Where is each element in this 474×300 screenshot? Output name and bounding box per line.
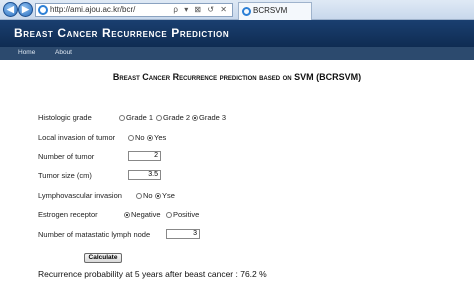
grade-1-radio[interactable] <box>119 115 125 121</box>
grade-2-radio[interactable] <box>156 115 162 121</box>
lymphovascular-yse-radio[interactable] <box>155 193 161 199</box>
back-button[interactable]: ◀ <box>3 2 18 17</box>
estrogen-positive-text: Positive <box>173 210 200 219</box>
address-bar[interactable]: http://ami.ajou.ac.kr/bcr/ ρ ▾ ⊠ ↺ ✕ <box>35 3 233 17</box>
browser-toolbar: ◀ ▶ http://ami.ajou.ac.kr/bcr/ ρ ▾ ⊠ ↺ ✕… <box>0 0 474 20</box>
estrogen-negative-radio[interactable] <box>124 212 130 218</box>
local-invasion-yes-radio[interactable] <box>147 135 153 141</box>
calculate-button[interactable]: Calculate <box>84 253 122 263</box>
grade-1-text: Grade 1 <box>126 113 154 122</box>
app-title: Breast Cancer Recurrence Prediction <box>14 26 230 40</box>
number-of-tumor-input[interactable]: 2 <box>128 151 161 161</box>
forward-button[interactable]: ▶ <box>18 2 33 17</box>
grade-2-text: Grade 2 <box>163 113 191 122</box>
estrogen-negative-text: Negative <box>131 210 161 219</box>
menu-item-about[interactable]: About <box>55 49 72 56</box>
local-invasion-yes-option[interactable]: Yes <box>147 133 166 142</box>
tab-title: BCRSVM <box>253 6 288 15</box>
grade-1-option[interactable]: Grade 1 <box>119 113 153 122</box>
estrogen-receptor-label: Estrogen receptor <box>38 210 98 219</box>
lymph-node-label: Number of matastatic lymph node <box>38 230 151 239</box>
lymphovascular-yse-option[interactable]: Yse <box>155 191 175 200</box>
app-header: Breast Cancer Recurrence Prediction <box>0 20 474 47</box>
menu-bar: Home About <box>0 47 474 60</box>
local-invasion-no-option[interactable]: No <box>128 133 145 142</box>
local-invasion-yes-text: Yes <box>154 133 167 142</box>
estrogen-positive-radio[interactable] <box>166 212 172 218</box>
estrogen-positive-option[interactable]: Positive <box>166 210 199 219</box>
tumor-size-input[interactable]: 3.5 <box>128 170 161 180</box>
grade-2-option[interactable]: Grade 2 <box>156 113 190 122</box>
lymphovascular-label: Lymphovascular invasion <box>38 191 122 200</box>
estrogen-negative-option[interactable]: Negative <box>124 210 161 219</box>
main-content: Breast Cancer Recurrence prediction base… <box>0 60 474 300</box>
lymphovascular-no-option[interactable]: No <box>136 191 153 200</box>
histologic-grade-label: Histologic grade <box>38 113 92 122</box>
grade-3-option[interactable]: Grade 3 <box>192 113 226 122</box>
menu-item-home[interactable]: Home <box>18 49 35 56</box>
tumor-size-label: Tumor size (cm) <box>38 171 92 180</box>
ie-icon <box>38 5 48 15</box>
tab-ie-icon <box>242 7 251 16</box>
lymph-node-input[interactable]: 3 <box>166 229 200 239</box>
lymphovascular-no-radio[interactable] <box>136 193 142 199</box>
grade-3-text: Grade 3 <box>199 113 227 122</box>
lymphovascular-yse-text: Yse <box>162 191 175 200</box>
result-text: Recurrence probability at 5 years after … <box>38 269 267 279</box>
lymphovascular-no-text: No <box>143 191 153 200</box>
local-invasion-no-text: No <box>135 133 145 142</box>
tab-bcrsvm[interactable]: BCRSVM <box>238 2 312 20</box>
local-invasion-no-radio[interactable] <box>128 135 134 141</box>
address-text: http://ami.ajou.ac.kr/bcr/ <box>50 5 136 14</box>
local-invasion-label: Local invasion of tumor <box>38 133 116 142</box>
page-title: Breast Cancer Recurrence prediction base… <box>112 72 362 82</box>
number-of-tumor-label: Number of tumor <box>38 152 95 161</box>
address-tools-icon[interactable]: ρ ▾ ⊠ ↺ ✕ <box>173 4 229 16</box>
grade-3-radio[interactable] <box>192 115 198 121</box>
